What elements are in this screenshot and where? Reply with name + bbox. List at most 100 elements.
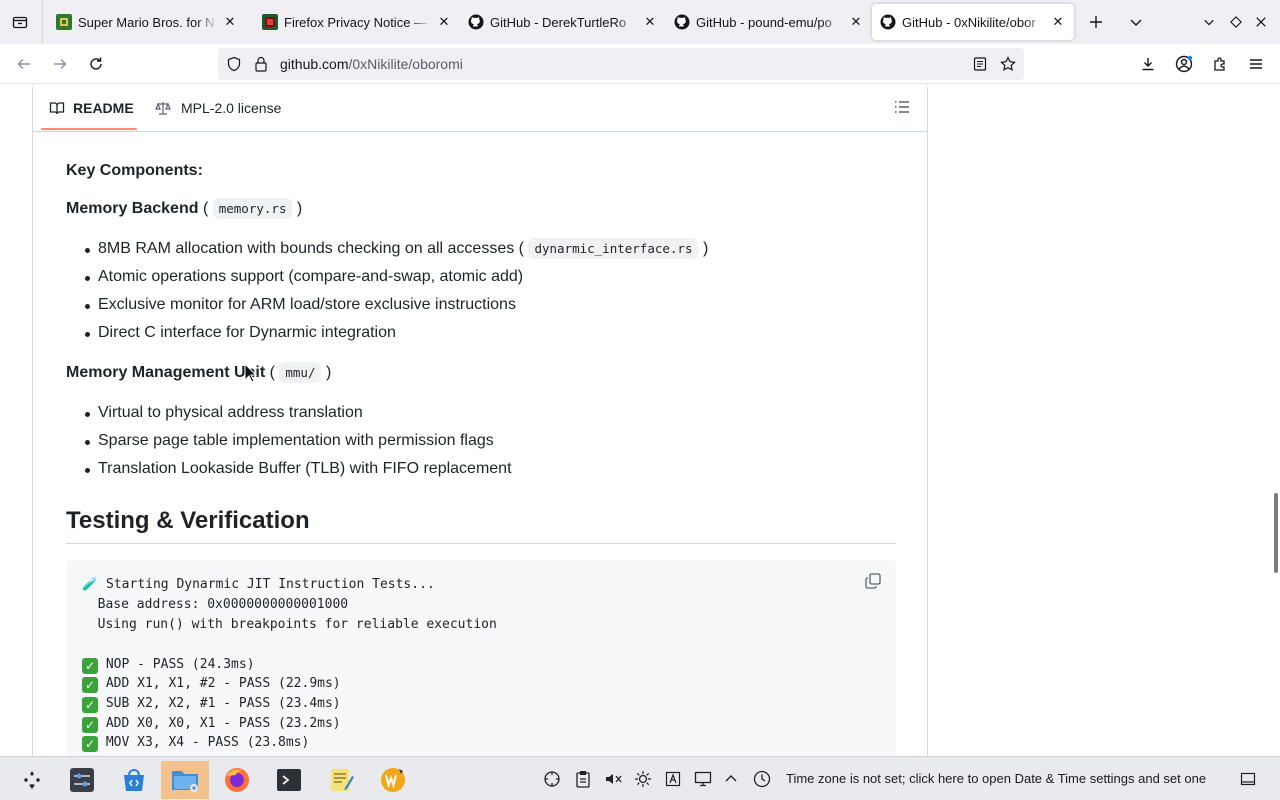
readme-label: README [73, 100, 134, 116]
tab-license[interactable]: MPL-2.0 license [155, 85, 281, 132]
back-arrow-icon[interactable] [12, 52, 36, 76]
show-desktop-icon[interactable] [1238, 769, 1258, 789]
shield-icon[interactable] [226, 56, 242, 77]
github-icon [674, 14, 690, 30]
code-line-text: ADD X1, X1, #2 - PASS (22.9ms) [105, 676, 341, 691]
file-manager-icon[interactable] [161, 761, 209, 799]
system-settings-icon[interactable] [58, 761, 106, 799]
tab-bar: Super Mario Bros. for N ✕ Firefox Privac… [0, 0, 1280, 44]
memory-backend-title: Memory Backend [66, 200, 199, 217]
url-path: /0xNikilite/oboromi [348, 56, 463, 72]
list-item: Exclusive monitor for ARM load/store exc… [85, 296, 516, 313]
close-icon[interactable]: ✕ [222, 14, 238, 30]
terminal-icon[interactable] [265, 761, 313, 799]
inline-code: memory.rs [212, 198, 293, 219]
code-line-pass: ✓ ADD X0, X0, X1 - PASS (23.2ms) [82, 716, 341, 733]
diamond-icon[interactable] [1225, 11, 1247, 33]
outline-list-icon[interactable] [893, 98, 911, 116]
copy-icon[interactable] [864, 572, 882, 590]
license-label: MPL-2.0 license [181, 100, 282, 116]
code-line-pass: ✓ MOV X3, X4 - PASS (23.8ms) [82, 735, 309, 752]
word-processor-icon[interactable] [369, 761, 417, 799]
new-tab-icon[interactable] [1085, 11, 1107, 33]
tab-title: GitHub - DerekTurtleRo [490, 14, 627, 30]
game-icon [56, 14, 72, 30]
taskbar: Time zone is not set; click here to open… [0, 756, 1280, 800]
tab-title: GitHub - pound-emu/po [696, 14, 832, 30]
software-store-icon[interactable] [110, 761, 158, 799]
code-line-text: SUB X2, X2, #1 - PASS (23.4ms) [105, 696, 341, 711]
timezone-notice[interactable]: Time zone is not set; click here to open… [786, 771, 1206, 786]
tab-firefox-privacy[interactable]: Firefox Privacy Notice — ✕ [254, 4, 460, 40]
book-icon [49, 100, 65, 116]
memory-backend-heading: Memory Backend ( memory.rs ) [66, 198, 303, 219]
chevron-up-icon[interactable] [721, 769, 741, 789]
chevron-down-icon[interactable] [1125, 11, 1147, 33]
active-tab-underline [41, 128, 137, 130]
tab-github-oboromi[interactable]: GitHub - 0xNikilite/obor ✕ [872, 4, 1074, 40]
app-launcher-icon[interactable] [8, 761, 56, 799]
lock-icon[interactable] [254, 56, 268, 77]
close-window-icon[interactable] [1250, 11, 1272, 33]
inline-code: dynarmic_interface.rs [528, 238, 699, 259]
menu-icon[interactable] [1244, 52, 1268, 76]
list-item-text-after: ) [702, 240, 709, 257]
tab-separator [42, 0, 43, 44]
volume-muted-icon[interactable] [603, 769, 623, 789]
tab-readme[interactable]: README [49, 85, 134, 132]
account-icon[interactable] [1172, 52, 1196, 76]
scrollbar[interactable] [1274, 493, 1278, 573]
code-line-pass: ✓ ADD X1, X1, #2 - PASS (22.9ms) [82, 676, 341, 693]
clock-icon[interactable] [752, 769, 772, 789]
close-icon[interactable]: ✕ [848, 14, 864, 30]
bookmark-star-icon[interactable] [1000, 56, 1016, 77]
reader-view-icon[interactable] [972, 56, 988, 77]
key-components-label: Key Components: [66, 162, 203, 179]
close-icon[interactable]: ✕ [436, 14, 452, 30]
url-host: github.com [280, 56, 349, 72]
clipboard-icon[interactable] [573, 769, 593, 789]
tab-github-derekturtle[interactable]: GitHub - DerekTurtleRo ✕ [460, 4, 666, 40]
tab-super-mario[interactable]: Super Mario Bros. for N ✕ [48, 4, 246, 40]
code-line-pass: ✓ SUB X2, X2, #1 - PASS (23.4ms) [82, 696, 341, 713]
code-line: Using run() with breakpoints for reliabl… [82, 617, 497, 632]
network-icon[interactable] [542, 769, 562, 789]
url-bar[interactable]: github.com/0xNikilite/oboromi [218, 48, 1024, 80]
paren-close: ) [296, 200, 303, 217]
page-content: README MPL-2.0 license Key Components: M… [0, 85, 1280, 756]
mouse-cursor-icon [244, 362, 258, 383]
github-icon [468, 14, 484, 30]
testing-heading: Testing & Verification [66, 507, 310, 534]
heading-divider [66, 543, 896, 544]
readme-header: README MPL-2.0 license [33, 85, 927, 132]
text-editor-icon[interactable] [317, 761, 365, 799]
code-line-text: NOP - PASS (24.3ms) [105, 657, 255, 672]
tab-list-icon[interactable] [8, 10, 32, 34]
extensions-icon[interactable] [1208, 52, 1232, 76]
check-mark-icon: ✓ [82, 677, 98, 693]
list-item: Virtual to physical address translation [85, 404, 363, 421]
input-method-icon[interactable] [663, 769, 683, 789]
list-item: Sparse page table implementation with pe… [85, 432, 494, 449]
mmu-title: Memory Management Unit [66, 364, 266, 381]
brightness-icon[interactable] [633, 769, 653, 789]
chevron-down-icon[interactable] [1198, 11, 1220, 33]
display-icon[interactable] [693, 769, 713, 789]
forward-arrow-icon[interactable] [48, 52, 72, 76]
paren-open: ( [202, 200, 209, 217]
close-icon[interactable]: ✕ [642, 14, 658, 30]
code-line-text: ADD X0, X0, X1 - PASS (23.2ms) [105, 716, 341, 731]
code-block: 🧪 Starting Dynarmic JIT Instruction Test… [66, 560, 896, 756]
reload-icon[interactable] [84, 52, 108, 76]
paren-close: ) [325, 364, 332, 381]
url-text[interactable]: github.com/0xNikilite/oboromi [280, 56, 463, 72]
close-icon[interactable]: ✕ [1050, 14, 1066, 30]
list-item: 8MB RAM allocation with bounds checking … [84, 238, 709, 259]
tab-github-pound-emu[interactable]: GitHub - pound-emu/po ✕ [666, 4, 872, 40]
mmu-heading: Memory Management Unit ( mmu/ ) [66, 362, 332, 383]
firefox-icon[interactable] [213, 761, 261, 799]
download-icon[interactable] [1136, 52, 1160, 76]
scale-icon [155, 100, 171, 116]
github-icon [880, 14, 896, 30]
code-line-text: MOV X3, X4 - PASS (23.8ms) [105, 735, 310, 750]
